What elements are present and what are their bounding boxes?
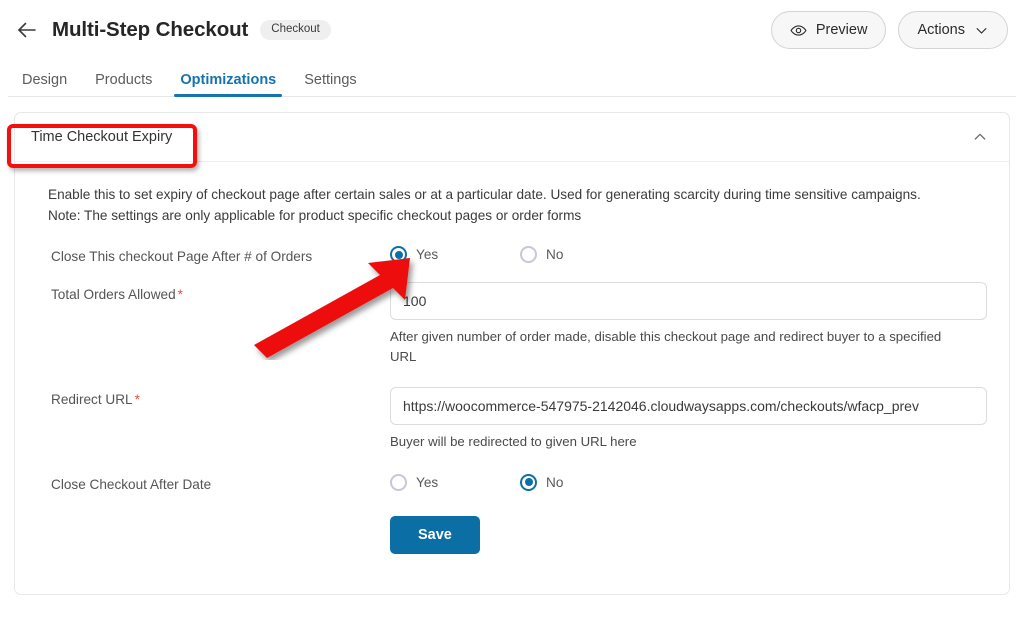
preview-button-label: Preview xyxy=(815,22,868,38)
top-bar: Multi-Step Checkout Checkout Preview Act… xyxy=(0,0,1024,60)
radio-label-no: No xyxy=(546,474,564,490)
row-redirect-url: Redirect URL* Buyer will be redirected t… xyxy=(35,386,989,452)
chevron-down-icon xyxy=(974,23,989,38)
radio-label-yes: Yes xyxy=(416,474,439,490)
label-total-orders-text: Total Orders Allowed xyxy=(51,287,176,303)
row-close-after-orders: Close This checkout Page After # of Orde… xyxy=(35,244,989,264)
top-bar-actions: Preview Actions xyxy=(770,11,1008,49)
radio-close-after-orders-no[interactable]: No xyxy=(520,246,650,264)
radio-group-close-after-date: Yes No xyxy=(390,472,989,491)
tab-bar: Design Products Optimizations Settings xyxy=(0,60,1024,97)
radio-dot-icon xyxy=(390,246,407,264)
actions-button[interactable]: Actions xyxy=(898,11,1008,49)
radio-label-no: No xyxy=(546,247,564,263)
panel-description-line1: Enable this to set expiry of checkout pa… xyxy=(48,187,921,202)
radio-label-yes: Yes xyxy=(416,247,439,263)
field-close-after-date: Yes No xyxy=(390,472,989,491)
field-save: Save xyxy=(390,512,989,554)
save-button[interactable]: Save xyxy=(390,515,480,554)
hint-total-orders: After given number of order made, disabl… xyxy=(390,329,942,364)
eye-icon xyxy=(790,22,807,39)
radio-close-after-orders-yes[interactable]: Yes xyxy=(390,246,520,264)
row-total-orders: Total Orders Allowed* After given number… xyxy=(35,282,989,367)
row-save: Save xyxy=(35,512,989,554)
panel-title: Time Checkout Expiry xyxy=(31,129,173,145)
arrow-left-icon[interactable] xyxy=(14,17,40,43)
row-close-after-date: Close Checkout After Date Yes No xyxy=(35,472,989,492)
status-badge: Checkout xyxy=(260,19,331,41)
tab-settings[interactable]: Settings xyxy=(290,72,370,97)
field-total-orders: After given number of order made, disabl… xyxy=(390,282,989,367)
label-redirect-url: Redirect URL * xyxy=(35,387,390,407)
tab-design[interactable]: Design xyxy=(8,72,81,97)
label-total-orders: Total Orders Allowed * xyxy=(35,282,390,302)
panel-description: Enable this to set expiry of checkout pa… xyxy=(48,184,983,226)
label-close-after-orders: Close This checkout Page After # of Orde… xyxy=(51,249,313,265)
radio-close-after-date-no[interactable]: No xyxy=(520,473,650,491)
radio-dot-icon xyxy=(390,473,407,491)
actions-button-label: Actions xyxy=(917,22,965,38)
radio-group-close-after-orders: Yes No xyxy=(390,244,989,264)
tab-optimizations[interactable]: Optimizations xyxy=(166,72,290,97)
hint-redirect-url: Buyer will be redirected to given URL he… xyxy=(390,433,637,449)
field-close-after-orders: Yes No xyxy=(390,244,989,264)
chevron-up-icon[interactable] xyxy=(971,128,989,146)
panel-description-line2: Note: The settings are only applicable f… xyxy=(48,208,582,224)
radio-close-after-date-yes[interactable]: Yes xyxy=(390,473,520,491)
radio-dot-icon xyxy=(520,473,537,491)
required-asterisk: * xyxy=(134,391,140,407)
time-checkout-expiry-body: Enable this to set expiry of checkout pa… xyxy=(15,162,1009,594)
preview-button[interactable]: Preview xyxy=(770,11,887,49)
page-title: Multi-Step Checkout xyxy=(52,18,249,41)
radio-dot-icon xyxy=(520,246,537,264)
label-close-after-date: Close Checkout After Date xyxy=(51,476,212,492)
total-orders-input[interactable] xyxy=(390,282,987,321)
time-checkout-expiry-card: Time Checkout Expiry Enable this to set … xyxy=(14,112,1010,595)
tab-products[interactable]: Products xyxy=(81,72,166,97)
time-checkout-expiry-header[interactable]: Time Checkout Expiry xyxy=(15,113,1009,162)
label-save-spacer xyxy=(35,512,390,517)
redirect-url-input[interactable] xyxy=(390,386,987,425)
label-redirect-url-text: Redirect URL xyxy=(51,391,133,407)
field-redirect-url: Buyer will be redirected to given URL he… xyxy=(390,386,989,452)
required-asterisk: * xyxy=(177,287,183,303)
